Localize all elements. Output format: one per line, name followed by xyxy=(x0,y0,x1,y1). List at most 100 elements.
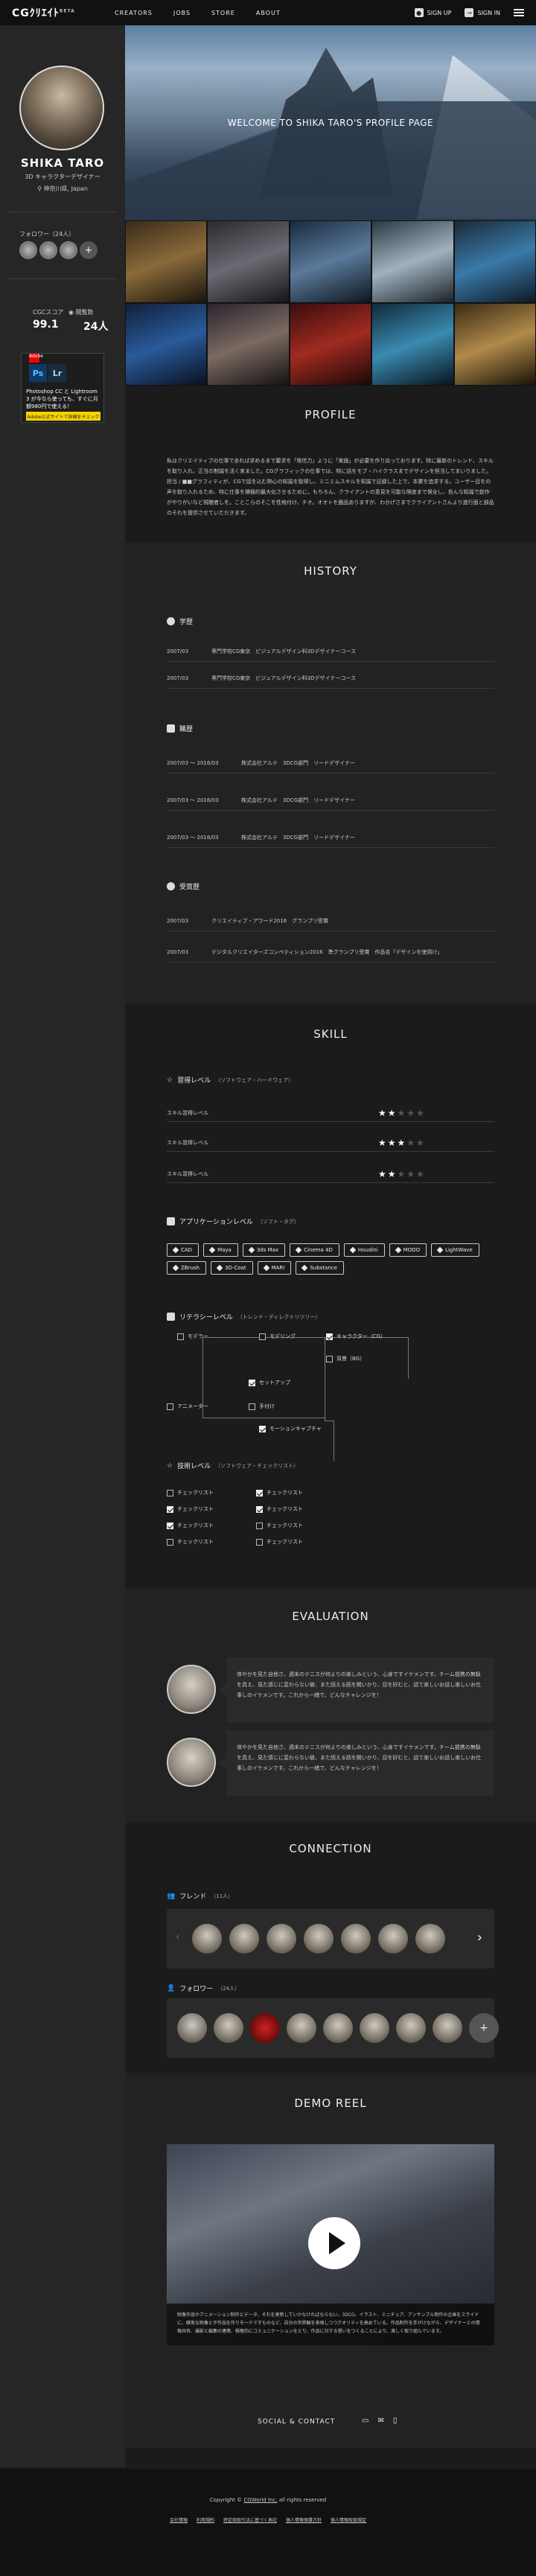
artwork-thumb[interactable] xyxy=(125,220,208,303)
checkbox[interactable] xyxy=(326,1333,333,1340)
checkbox[interactable] xyxy=(326,1355,333,1362)
app-tag[interactable]: ZBrush xyxy=(167,1261,206,1275)
chevron-right-icon[interactable]: › xyxy=(477,1930,482,1945)
follower-avatar[interactable] xyxy=(19,241,37,259)
checkbox[interactable] xyxy=(259,1333,266,1340)
footer-link[interactable]: 特定商取引法に基づく表記 xyxy=(223,2516,277,2523)
follower-avatar[interactable] xyxy=(177,2013,207,2043)
app-tag[interactable]: 3ds Max xyxy=(242,1243,286,1257)
literacy-item[interactable]: モデラー xyxy=(177,1333,208,1340)
app-tag[interactable]: 3D-Coat xyxy=(211,1261,253,1275)
artwork-thumb[interactable] xyxy=(207,220,290,303)
site-logo[interactable]: CGｸﾘｴｲﾄBETA xyxy=(12,5,94,20)
checkbox[interactable] xyxy=(167,1538,173,1546)
follower-avatar[interactable] xyxy=(39,241,57,259)
checklist-item[interactable]: チェックリスト xyxy=(167,1522,214,1529)
checklist-item[interactable]: チェックリスト xyxy=(167,1538,214,1546)
friend-avatar[interactable] xyxy=(304,1924,334,1954)
signin-button[interactable]: → SIGN IN xyxy=(465,8,500,17)
follower-avatar[interactable] xyxy=(250,2013,280,2043)
hamburger-menu-icon[interactable] xyxy=(514,9,524,16)
literacy-item[interactable]: モデリング xyxy=(259,1333,296,1340)
artwork-thumb[interactable] xyxy=(289,303,372,386)
mail-icon[interactable]: ✉ xyxy=(377,2417,383,2425)
friend-avatar[interactable] xyxy=(341,1924,371,1954)
footer-link[interactable]: 利用規約 xyxy=(197,2516,214,2523)
friend-avatar[interactable] xyxy=(192,1924,222,1954)
app-tag[interactable]: CAD xyxy=(167,1243,200,1257)
app-tag[interactable]: LightWave xyxy=(431,1243,479,1257)
app-tag[interactable]: Substance xyxy=(296,1261,344,1275)
app-tag[interactable]: Houdini xyxy=(343,1243,385,1257)
footer-link[interactable]: 個人情報保護方針 xyxy=(286,2516,322,2523)
artwork-thumb[interactable] xyxy=(371,220,454,303)
award-icon xyxy=(167,882,175,890)
friend-avatar[interactable] xyxy=(267,1924,296,1954)
follower-avatar[interactable] xyxy=(287,2013,316,2043)
checklist-item[interactable]: チェックリスト xyxy=(256,1522,303,1529)
literacy-item[interactable]: 手付け xyxy=(249,1403,275,1410)
checkbox[interactable] xyxy=(256,1522,263,1529)
footer-link[interactable]: 会社情報 xyxy=(170,2516,188,2523)
artwork-thumb[interactable] xyxy=(207,303,290,386)
more-followers-button[interactable]: + xyxy=(80,241,98,259)
follower-avatar[interactable] xyxy=(360,2013,389,2043)
checkbox[interactable] xyxy=(256,1538,263,1546)
checkbox[interactable] xyxy=(167,1522,173,1529)
artwork-thumb[interactable] xyxy=(453,303,536,386)
follower-avatar[interactable] xyxy=(60,241,77,259)
literacy-item[interactable]: アニメーター xyxy=(167,1403,208,1410)
nav-store[interactable]: STORE xyxy=(211,10,235,16)
app-tag[interactable]: Maya xyxy=(203,1243,238,1257)
follower-avatar[interactable] xyxy=(433,2013,462,2043)
nav-creators[interactable]: CREATORS xyxy=(115,10,153,16)
reviewer-avatar[interactable] xyxy=(167,1738,216,1787)
checklist-item[interactable]: チェックリスト xyxy=(256,1489,303,1496)
phone-icon[interactable]: ▯ xyxy=(393,2417,398,2425)
literacy-item[interactable]: 背景（BG） xyxy=(326,1355,365,1362)
nav-about[interactable]: ABOUT xyxy=(256,10,281,16)
checkbox[interactable] xyxy=(167,1505,173,1513)
friend-avatar[interactable] xyxy=(378,1924,408,1954)
chevron-left-icon[interactable]: ‹ xyxy=(176,1931,180,1943)
demo-reel-video[interactable]: 映像作品やアニメーション制作とデータ、それを更新していかなければならない。3DC… xyxy=(167,2144,494,2345)
literacy-item[interactable]: キャラクター（CG） xyxy=(326,1333,386,1340)
checklist-item[interactable]: チェックリスト xyxy=(256,1505,303,1513)
checkbox[interactable] xyxy=(167,1489,173,1496)
monitor-icon[interactable]: ▭ xyxy=(362,2417,368,2425)
follower-avatar[interactable] xyxy=(323,2013,353,2043)
checklist-item[interactable]: チェックリスト xyxy=(167,1489,214,1496)
artwork-thumb[interactable] xyxy=(453,220,536,303)
hero-banner: WELCOME TO SHIKA TARO'S PROFILE PAGE xyxy=(125,25,536,220)
nav-jobs[interactable]: JOBS xyxy=(173,10,191,16)
checkbox[interactable] xyxy=(249,1403,255,1410)
signup-button[interactable]: ● SIGN UP xyxy=(414,8,451,17)
app-tag[interactable]: MARI xyxy=(257,1261,292,1275)
adobe-ad-banner[interactable]: Adobe Ps Lr Photoshop CC と Lightroom 3 が… xyxy=(21,353,104,423)
follower-avatar[interactable] xyxy=(396,2013,426,2043)
copyright-link[interactable]: CGWorld Inc. xyxy=(243,2497,277,2503)
checkbox[interactable] xyxy=(259,1425,266,1432)
artwork-thumb[interactable] xyxy=(125,303,208,386)
checkbox[interactable] xyxy=(256,1505,263,1513)
literacy-item[interactable]: モーションキャプチャ xyxy=(259,1425,322,1432)
friend-avatar[interactable] xyxy=(415,1924,445,1954)
follower-avatar[interactable] xyxy=(214,2013,243,2043)
checkbox[interactable] xyxy=(256,1489,263,1496)
add-follower-icon[interactable]: + xyxy=(469,2013,499,2043)
checklist-item[interactable]: チェックリスト xyxy=(167,1505,214,1513)
reviewer-avatar[interactable] xyxy=(167,1665,216,1714)
checkbox[interactable] xyxy=(167,1403,173,1410)
checklist-item[interactable]: チェックリスト xyxy=(256,1538,303,1546)
app-tag[interactable]: MODO xyxy=(389,1243,427,1257)
literacy-item[interactable]: セットアップ xyxy=(249,1379,290,1386)
play-icon[interactable] xyxy=(308,2217,360,2269)
checkbox[interactable] xyxy=(177,1333,184,1340)
artwork-thumb[interactable] xyxy=(289,220,372,303)
checkbox[interactable] xyxy=(249,1379,255,1386)
ad-button[interactable]: Adobe公式サイトで詳細をチェック xyxy=(26,412,100,421)
footer-link[interactable]: 個人情報取扱規定 xyxy=(331,2516,366,2523)
artwork-thumb[interactable] xyxy=(371,303,454,386)
app-tag[interactable]: Cinema 4D xyxy=(290,1243,339,1257)
friend-avatar[interactable] xyxy=(229,1924,259,1954)
